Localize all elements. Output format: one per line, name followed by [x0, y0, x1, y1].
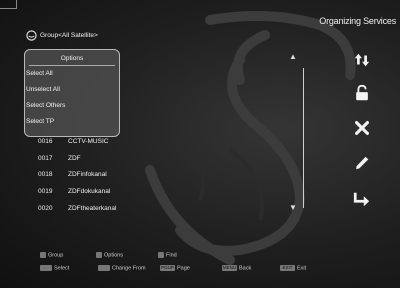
footer-hint-select: Select — [40, 265, 69, 271]
channel-number: 0020 — [38, 205, 53, 212]
lock-icon[interactable] — [353, 84, 371, 102]
page-title: Organizing Services — [319, 16, 396, 26]
green-key-icon — [96, 252, 102, 258]
footer-hint-back: MENU Back — [222, 265, 251, 271]
exit-key-icon: EXIT — [280, 265, 295, 271]
option-select-tp[interactable]: Select TP — [26, 118, 54, 125]
corner-decoration — [0, 0, 17, 9]
delete-x-icon[interactable] — [353, 119, 371, 137]
footer-change-from-label: Change From — [112, 265, 146, 272]
scroll-up-arrow-icon[interactable]: ▲ — [289, 52, 297, 61]
channel-name: ZDFdokukanal — [68, 188, 111, 195]
group-circle-icon — [26, 30, 37, 41]
footer-group-label: Group — [48, 252, 64, 259]
footer-find-label: Find — [166, 252, 177, 259]
options-divider — [29, 65, 115, 66]
channel-name: ZDFtheaterkanal — [68, 205, 117, 212]
channel-number: 0017 — [38, 155, 53, 162]
footer-select-label: Select — [54, 265, 70, 272]
menu-key-icon: MENU — [222, 265, 237, 271]
group-label: Group<All Satellite> — [40, 32, 98, 39]
channel-row[interactable]: 0017 ZDF — [38, 155, 81, 162]
footer-hint-options: Options — [96, 252, 123, 258]
group-selector[interactable]: Group<All Satellite> — [26, 30, 98, 41]
channel-row[interactable]: 0020 ZDFtheaterkanal — [38, 205, 116, 212]
channel-number: 0019 — [38, 188, 53, 195]
pencil-rename-icon[interactable] — [353, 154, 371, 172]
move-arrow-icon[interactable] — [353, 190, 371, 208]
channel-name: CCTV-MUSIC — [68, 138, 109, 145]
options-title: Options — [60, 55, 84, 62]
red-key-icon — [40, 252, 46, 258]
channel-number: 0016 — [38, 138, 53, 145]
channel-name: ZDF — [68, 155, 81, 162]
scrollbar-track[interactable] — [303, 68, 304, 208]
option-unselect-all[interactable]: Unselect All — [26, 86, 60, 93]
footer-exit-label: Exit — [297, 265, 307, 272]
option-select-all[interactable]: Select All — [26, 70, 53, 77]
find-key-icon — [158, 252, 164, 258]
footer-hint-group: Group — [40, 252, 63, 258]
option-select-others[interactable]: Select Others — [26, 102, 65, 109]
options-menu: Options Select All Unselect All Select O… — [24, 49, 120, 137]
channel-row[interactable]: 0018 ZDFinfokanal — [38, 171, 107, 178]
pgup-key-icon: PGUP — [160, 265, 175, 271]
up-down-key-icon — [40, 265, 52, 271]
footer-hint-exit: EXIT Exit — [280, 265, 306, 271]
channel-number: 0018 — [38, 171, 53, 178]
footer-hint-change-from: Change From — [98, 265, 146, 271]
screen: Organizing Services Group<All Satellite>… — [0, 0, 400, 288]
channel-row[interactable]: 0019 ZDFdokukanal — [38, 188, 110, 195]
footer-back-label: Back — [239, 265, 252, 272]
footer-page-label: Page — [177, 265, 190, 272]
left-right-key-icon — [98, 265, 110, 271]
footer-hint-page: PGUP Page — [160, 265, 190, 271]
scroll-down-arrow-icon[interactable]: ▼ — [289, 203, 297, 212]
footer-options-label: Options — [104, 252, 123, 259]
channel-row[interactable]: 0016 CCTV-MUSIC — [38, 138, 108, 145]
channel-name: ZDFinfokanal — [68, 171, 107, 178]
footer-hint-find: Find — [158, 252, 177, 258]
sort-arrows-icon[interactable] — [353, 51, 371, 69]
